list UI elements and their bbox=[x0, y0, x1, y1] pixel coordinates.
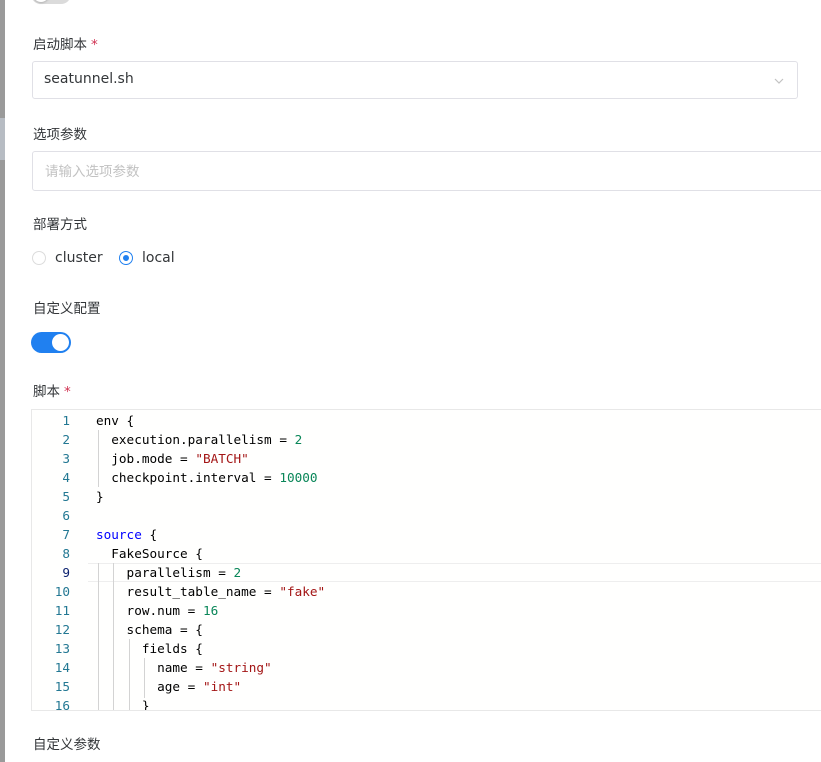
custom-params-label: 自定义参数 bbox=[33, 736, 101, 754]
code-line[interactable]: 11 row.num = 16 bbox=[32, 601, 821, 620]
code-text: age = "int" bbox=[96, 679, 242, 694]
code-text: name = "string" bbox=[96, 660, 272, 675]
line-number: 5 bbox=[62, 489, 70, 504]
left-panel-edge-highlight bbox=[0, 118, 5, 160]
code-text: job.mode = "BATCH" bbox=[96, 451, 249, 466]
code-text: env { bbox=[96, 413, 135, 428]
custom-config-label: 自定义配置 bbox=[33, 300, 101, 318]
code-text: } bbox=[96, 698, 150, 711]
custom-config-toggle[interactable] bbox=[31, 332, 71, 353]
line-number: 13 bbox=[54, 641, 70, 656]
line-number: 11 bbox=[54, 603, 70, 618]
code-line[interactable]: 13 fields { bbox=[32, 639, 821, 658]
code-line[interactable]: 2 execution.parallelism = 2 bbox=[32, 430, 821, 449]
required-mark: * bbox=[91, 37, 98, 53]
radio-cluster-label: cluster bbox=[55, 250, 103, 266]
code-text: execution.parallelism = 2 bbox=[96, 432, 303, 447]
code-line[interactable]: 3 job.mode = "BATCH" bbox=[32, 449, 821, 468]
code-line[interactable]: 7 source { bbox=[32, 525, 821, 544]
line-number: 1 bbox=[62, 413, 70, 428]
code-text: parallelism = 2 bbox=[96, 565, 242, 580]
code-line[interactable]: 4 checkpoint.interval = 10000 bbox=[32, 468, 821, 487]
code-text: schema = { bbox=[96, 622, 203, 637]
options-input-wrapper[interactable] bbox=[32, 151, 821, 191]
line-number: 10 bbox=[54, 584, 70, 599]
custom-params-label-text: 自定义参数 bbox=[33, 737, 101, 753]
code-text: row.num = 16 bbox=[96, 603, 219, 618]
toggle-knob bbox=[33, 0, 49, 2]
required-mark: * bbox=[64, 384, 71, 400]
launch-script-label-text: 启动脚本 bbox=[33, 37, 87, 53]
custom-config-label-text: 自定义配置 bbox=[33, 301, 101, 317]
code-line[interactable]: 8 FakeSource { bbox=[32, 544, 821, 563]
line-number: 12 bbox=[54, 622, 70, 637]
code-text: source { bbox=[96, 527, 158, 542]
radio-cluster[interactable]: cluster bbox=[32, 249, 103, 267]
code-line[interactable]: 5} bbox=[32, 487, 821, 506]
options-label: 选项参数 bbox=[33, 126, 87, 144]
launch-script-select[interactable]: seatunnel.sh bbox=[32, 61, 798, 99]
line-number: 9 bbox=[62, 565, 70, 580]
script-editor[interactable]: 1 env {2 execution.parallelism = 23 job.m… bbox=[31, 409, 821, 711]
script-label-text: 脚本 bbox=[33, 384, 60, 400]
line-number: 6 bbox=[62, 508, 70, 523]
code-line[interactable]: 15 age = "int" bbox=[32, 677, 821, 696]
radio-local[interactable]: local bbox=[119, 249, 175, 267]
code-line[interactable]: 14 name = "string" bbox=[32, 658, 821, 677]
code-text: fields { bbox=[96, 641, 203, 656]
code-line[interactable]: 12 schema = { bbox=[32, 620, 821, 639]
radio-circle[interactable] bbox=[32, 251, 46, 265]
code-text: result_table_name = "fake" bbox=[96, 584, 326, 599]
line-number: 14 bbox=[54, 660, 70, 675]
line-number: 7 bbox=[62, 527, 70, 542]
line-number: 3 bbox=[62, 451, 70, 466]
toggle-knob bbox=[52, 334, 69, 351]
deploy-mode-label-text: 部署方式 bbox=[33, 217, 87, 233]
deploy-mode-label: 部署方式 bbox=[33, 216, 87, 234]
line-number: 4 bbox=[62, 470, 70, 485]
script-label: 脚本 * bbox=[33, 383, 71, 401]
code-line[interactable]: 10 result_table_name = "fake" bbox=[32, 582, 821, 601]
launch-script-value: seatunnel.sh bbox=[44, 71, 134, 87]
code-text: checkpoint.interval = 10000 bbox=[96, 470, 318, 485]
code-line[interactable]: 1 env { bbox=[32, 411, 821, 430]
code-text: } bbox=[96, 489, 104, 504]
line-number: 15 bbox=[54, 679, 70, 694]
code-text: FakeSource { bbox=[96, 546, 203, 561]
left-panel-edge bbox=[0, 0, 5, 762]
line-number: 16 bbox=[54, 698, 70, 711]
radio-local-label: local bbox=[142, 250, 175, 266]
chevron-down-icon bbox=[774, 78, 784, 84]
code-line[interactable]: 6 bbox=[32, 506, 821, 525]
code-line[interactable]: 16 } bbox=[32, 696, 821, 711]
options-input[interactable] bbox=[43, 160, 747, 184]
line-number: 2 bbox=[62, 432, 70, 447]
options-label-text: 选项参数 bbox=[33, 127, 87, 143]
line-number: 8 bbox=[62, 546, 70, 561]
code-line[interactable]: 9 parallelism = 2 bbox=[32, 563, 821, 582]
radio-circle-checked[interactable] bbox=[119, 251, 133, 265]
previous-toggle-switch[interactable] bbox=[31, 0, 71, 4]
launch-script-label: 启动脚本 * bbox=[33, 36, 98, 54]
